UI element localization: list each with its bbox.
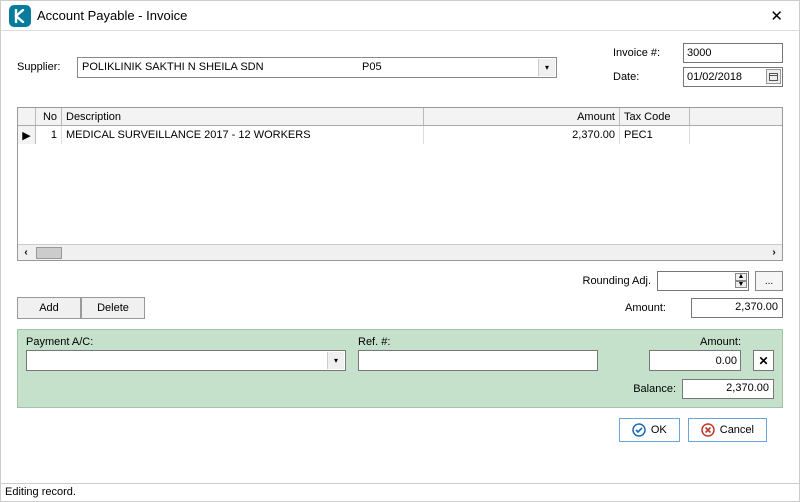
date-label: Date: (613, 71, 683, 83)
spin-up-icon[interactable]: ▲ (735, 273, 747, 281)
scroll-right-icon[interactable]: › (766, 246, 782, 260)
balance-value: 2,370.00 (682, 379, 774, 399)
payment-amount-input[interactable] (649, 350, 741, 371)
col-no[interactable]: No (36, 108, 62, 125)
close-icon[interactable]: ✕ (762, 3, 791, 29)
col-tax-code[interactable]: Tax Code (620, 108, 690, 125)
payment-panel: Payment A/C: ▾ Ref. #: Amount: ✕ Balance… (17, 329, 783, 408)
cell-tax[interactable]: PEC1 (620, 126, 690, 144)
ref-input[interactable] (358, 350, 598, 371)
line-items-grid[interactable]: No Description Amount Tax Code ▶ 1 MEDIC… (17, 107, 783, 261)
titlebar: Account Payable - Invoice ✕ (1, 1, 799, 31)
col-description[interactable]: Description (62, 108, 424, 125)
ok-label: OK (651, 424, 667, 436)
supplier-name: POLIKLINIK SAKTHI N SHEILA SDN (82, 61, 362, 73)
balance-label: Balance: (633, 383, 676, 395)
invoice-no-input[interactable] (683, 43, 783, 63)
ok-button[interactable]: OK (619, 418, 680, 442)
chevron-down-icon[interactable]: ▾ (538, 59, 555, 76)
amount-total-value: 2,370.00 (691, 298, 783, 318)
col-amount[interactable]: Amount (424, 108, 620, 125)
chevron-down-icon[interactable]: ▾ (327, 352, 344, 369)
payment-ac-label: Payment A/C: (26, 336, 346, 348)
grid-horizontal-scrollbar[interactable]: ‹ › (18, 244, 782, 260)
payment-remove-button[interactable]: ✕ (753, 350, 774, 371)
grid-header: No Description Amount Tax Code (18, 108, 782, 126)
calendar-icon[interactable] (766, 69, 781, 84)
payment-ac-select[interactable]: ▾ (26, 350, 346, 371)
scroll-left-icon[interactable]: ‹ (18, 246, 34, 260)
invoice-no-label: Invoice #: (613, 47, 683, 59)
cell-amount[interactable]: 2,370.00 (424, 126, 620, 144)
supplier-select[interactable]: POLIKLINIK SAKTHI N SHEILA SDN P05 ▾ (77, 57, 557, 78)
cancel-label: Cancel (720, 424, 754, 436)
add-button[interactable]: Add (17, 297, 81, 319)
cancel-button[interactable]: Cancel (688, 418, 767, 442)
supplier-code: P05 (362, 61, 552, 73)
delete-button[interactable]: Delete (81, 297, 145, 319)
spin-down-icon[interactable]: ▼ (735, 281, 747, 289)
status-bar: Editing record. (1, 483, 799, 501)
scroll-thumb[interactable] (36, 247, 62, 259)
supplier-label: Supplier: (17, 61, 77, 73)
window-title: Account Payable - Invoice (37, 8, 187, 23)
cell-no[interactable]: 1 (36, 126, 62, 144)
table-row[interactable]: ▶ 1 MEDICAL SURVEILLANCE 2017 - 12 WORKE… (18, 126, 782, 144)
payment-amount-label: Amount: (649, 336, 741, 348)
check-circle-icon (632, 423, 646, 437)
ref-label: Ref. #: (358, 336, 598, 348)
app-icon (9, 5, 31, 27)
row-marker-icon: ▶ (18, 126, 36, 144)
cancel-circle-icon (701, 423, 715, 437)
rounding-label: Rounding Adj. (583, 275, 652, 287)
rounding-more-button[interactable]: ... (755, 271, 783, 291)
cell-description[interactable]: MEDICAL SURVEILLANCE 2017 - 12 WORKERS (62, 126, 424, 144)
amount-total-label: Amount: (625, 302, 685, 314)
